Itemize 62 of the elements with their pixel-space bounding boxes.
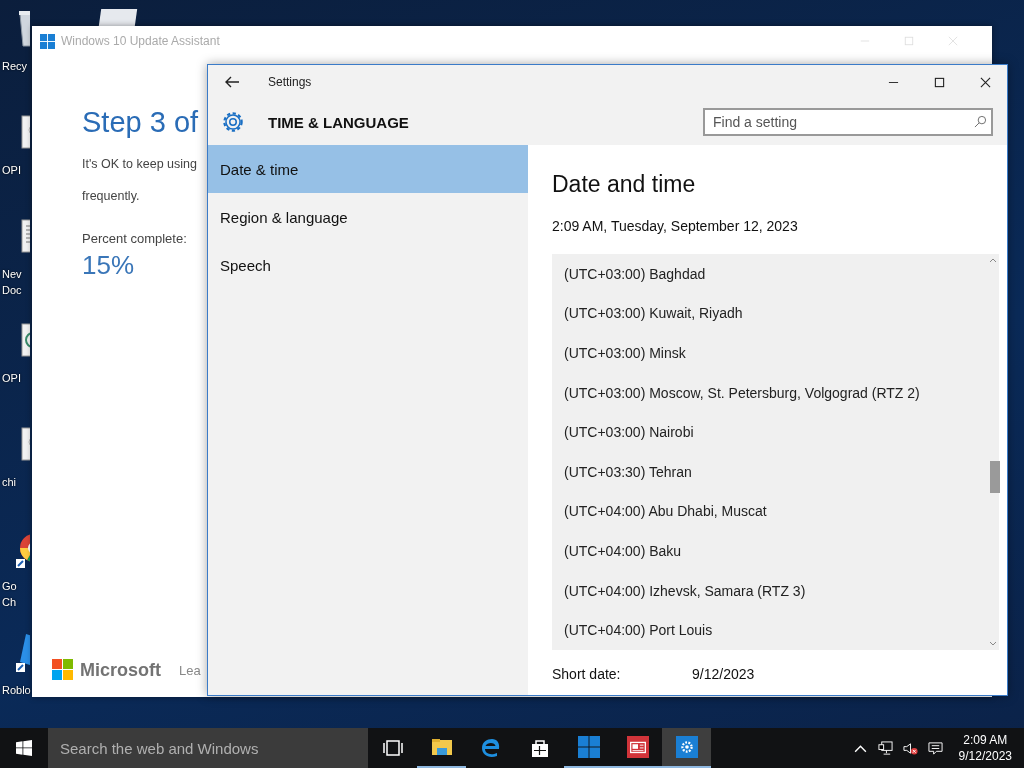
settings-taskbar-button[interactable]	[662, 728, 711, 768]
step-heading: Step 3 of	[82, 106, 199, 139]
window-title: Windows 10 Update Assistant	[61, 34, 220, 48]
time-zone-option[interactable]: (UTC+03:00) Moscow, St. Petersburg, Volgograd (RTZ 2)	[564, 384, 987, 401]
time-zone-option[interactable]: (UTC+03:00) Minsk	[564, 345, 987, 361]
clock-date[interactable]: 9/12/2023	[958, 748, 1012, 764]
network-icon[interactable]	[877, 740, 893, 756]
time-zone-option[interactable]: (UTC+03:00) Kuwait, Riyadh	[564, 305, 987, 322]
muted-speaker-icon[interactable]	[902, 740, 918, 756]
time-zone-option[interactable]: (UTC+03:00) Baghdad	[564, 265, 987, 282]
taskbar-search-field[interactable]: Search the web and Windows	[48, 728, 368, 768]
nav-item[interactable]: Speech	[208, 241, 528, 289]
percent-label: Percent complete:	[82, 231, 188, 246]
windows-logo-icon	[40, 33, 55, 49]
brand-name: Microsoft	[80, 659, 161, 681]
gear-icon	[675, 736, 698, 758]
close-icon[interactable]	[980, 76, 991, 88]
time-zone-option[interactable]: (UTC+03:00) Nairobi	[564, 424, 987, 441]
short-date-value: 9/12/2023	[692, 666, 755, 682]
tiles-icon	[577, 736, 600, 758]
desktop-icon-label: OPI	[1, 371, 22, 386]
current-date-time: 2:09 AM, Tuesday, September 12, 2023	[552, 218, 799, 234]
start-icon[interactable]	[16, 740, 32, 756]
recycle-bin-icon[interactable]	[16, 8, 30, 48]
search-icon[interactable]	[974, 115, 987, 128]
body-text: It's OK to keep using	[82, 157, 197, 171]
notifications-icon[interactable]	[927, 740, 943, 756]
time-zone-option[interactable]: (UTC+04:00) Izhevsk, Samara (RTZ 3)	[564, 582, 987, 599]
microsoft-logo-icon	[52, 659, 74, 681]
section-title: TIME & LANGUAGE	[268, 113, 409, 131]
clock-time[interactable]: 2:09 AM	[963, 732, 1008, 748]
body-text: frequently.	[82, 189, 140, 203]
search-field[interactable]: Find a setting	[703, 108, 993, 136]
letter-e-icon	[479, 737, 502, 759]
scroll-down-icon[interactable]	[989, 641, 997, 646]
desktop-icon-label: OPI	[1, 163, 22, 178]
folder-icon	[430, 736, 453, 758]
maximize-icon[interactable]	[934, 76, 945, 88]
time-zone-option[interactable]: (UTC+04:00) Port Louis	[564, 622, 987, 639]
document-icon[interactable]	[98, 9, 138, 26]
percent-value: 15%	[82, 250, 135, 281]
settings-icon	[220, 109, 246, 135]
scroll-up-icon[interactable]	[989, 258, 997, 263]
desktop-icon-label: chi	[1, 475, 18, 490]
scrollbar-thumb[interactable]	[990, 461, 1000, 493]
desktop-icon-label: Nev Doc	[1, 267, 23, 298]
footer-link[interactable]: Lea	[179, 662, 201, 678]
tilted-square-icon[interactable]	[16, 632, 30, 672]
desktop-icon-label: Roblo	[1, 683, 30, 698]
task-view-icon	[381, 737, 404, 759]
desktop-icon-label: Recy	[1, 59, 29, 74]
window-title: Settings	[268, 75, 312, 89]
desktop-icon-label: Go Ch	[1, 579, 18, 610]
back-arrow-icon[interactable]	[224, 74, 240, 90]
page-title: Date and time	[552, 171, 697, 198]
time-zone-option[interactable]: (UTC+04:00) Abu Dhabi, Muscat	[564, 503, 987, 520]
nav-item[interactable]: Region & language	[208, 193, 528, 241]
newspaper-icon	[626, 736, 649, 758]
nav-item[interactable]: Date & time	[208, 145, 528, 193]
short-date-label: Short date:	[552, 666, 622, 682]
time-zone-option[interactable]: (UTC+04:00) Baku	[564, 542, 987, 559]
time-zone-option[interactable]: (UTC+03:30) Tehran	[564, 463, 987, 480]
